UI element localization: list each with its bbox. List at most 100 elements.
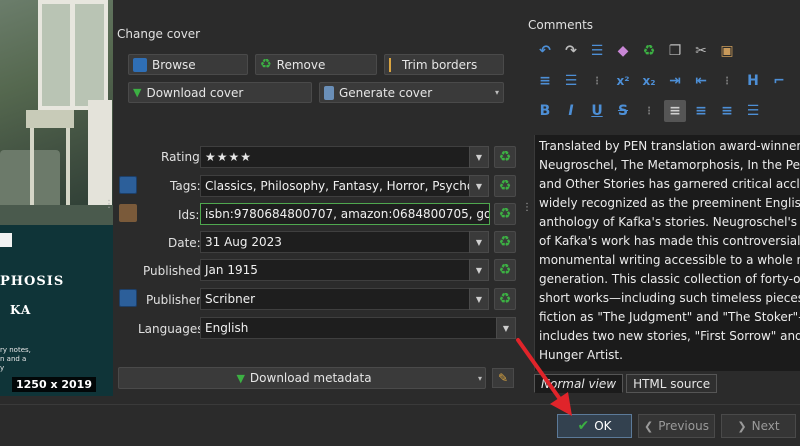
recycle-icon: ♻: [498, 149, 512, 165]
insert-link-icon[interactable]: ⌐: [768, 70, 790, 92]
align-center-icon[interactable]: ≡: [690, 100, 712, 122]
dropdown-arrow-icon: ▾: [477, 373, 482, 383]
published-field[interactable]: Jan 1915: [200, 259, 470, 281]
bold-icon[interactable]: B: [534, 100, 556, 122]
previous-button[interactable]: ❮ Previous: [638, 414, 715, 438]
clear-tags-button[interactable]: ♻: [494, 175, 516, 197]
select-all-icon[interactable]: ☰: [586, 40, 608, 62]
comment-line: of Kafka's work has made this controvers…: [539, 234, 800, 248]
publisher-dropdown[interactable]: ▼: [469, 288, 489, 310]
superscript-icon[interactable]: x²: [612, 70, 634, 92]
recycle-icon: ♻: [498, 234, 512, 250]
comment-line: anthology of Kafka's stories. Neugrosche…: [539, 215, 800, 229]
publisher-editor-icon[interactable]: [119, 289, 137, 307]
comment-line: fiction as "The Judgment" and "The Stoke…: [539, 310, 800, 324]
date-field[interactable]: 31 Aug 2023: [200, 231, 470, 253]
comment-line: short works—including such timeless piec…: [539, 291, 800, 305]
clear-publisher-button[interactable]: ♻: [494, 288, 516, 310]
align-right-icon[interactable]: ≡: [716, 100, 738, 122]
clear-rating-button[interactable]: ♻: [494, 146, 516, 168]
cover-size-badge: 1250 x 2019: [12, 377, 96, 392]
indent-icon[interactable]: ⇥: [664, 70, 686, 92]
clear-published-button[interactable]: ♻: [494, 259, 516, 281]
clear-date-button[interactable]: ♻: [494, 231, 516, 253]
ids-field[interactable]: isbn:9780684800707, amazon:0684800705, g…: [200, 203, 490, 225]
rating-field[interactable]: ★★★★: [200, 146, 470, 168]
languages-field[interactable]: English: [200, 317, 497, 339]
eraser-icon[interactable]: ◆: [612, 40, 634, 62]
copy-icon[interactable]: ❐: [664, 40, 686, 62]
date-label: Date:: [168, 236, 201, 250]
tag-editor-icon[interactable]: [119, 176, 137, 194]
comment-line: generation. This classic collection of f…: [539, 272, 800, 286]
undo-icon[interactable]: ↶: [534, 40, 556, 62]
recycle-icon: ♻: [260, 57, 272, 72]
chevron-left-icon: ❮: [644, 419, 654, 433]
cover-art-table-leg: [30, 128, 34, 213]
rating-stars: ★★★★: [205, 150, 253, 164]
cover-label-tag: [0, 233, 12, 247]
publisher-label: Publisher:: [146, 293, 205, 307]
tags-field[interactable]: Classics, Philosophy, Fantasy, Horror, P…: [200, 175, 470, 197]
splitter-handle[interactable]: ⋮: [522, 202, 532, 220]
tags-label: Tags:: [170, 179, 201, 193]
download-cover-button[interactable]: ▼ Download cover: [128, 82, 312, 103]
generate-cover-button[interactable]: Generate cover ▾: [319, 82, 504, 103]
align-justify-icon[interactable]: ☰: [742, 100, 764, 122]
ok-label: OK: [594, 419, 612, 433]
cover-image: PHOSIS KA ry notes, n and a y 1250 x 201…: [0, 0, 113, 396]
remove-cover-button[interactable]: ♻ Remove: [255, 54, 377, 75]
date-dropdown[interactable]: ▼: [469, 231, 489, 253]
bottom-divider: [0, 404, 800, 405]
cover-art-table: [26, 110, 74, 128]
configure-download-button[interactable]: ✎: [492, 368, 514, 388]
subscript-icon[interactable]: x₂: [638, 70, 660, 92]
trim-borders-button[interactable]: Trim borders: [384, 54, 504, 75]
recycle-icon: ♻: [498, 291, 512, 307]
recycle-icon: ♻: [498, 206, 512, 222]
heading-icon[interactable]: H: [742, 70, 764, 92]
browse-button[interactable]: Browse: [128, 54, 248, 75]
cover-title-text: PHOSIS: [0, 274, 65, 289]
italic-icon[interactable]: I: [560, 100, 582, 122]
paste-isbn-icon[interactable]: [119, 204, 137, 222]
align-left-icon[interactable]: ≡: [664, 100, 686, 122]
outdent-icon[interactable]: ⇤: [690, 70, 712, 92]
folder-icon: [133, 57, 147, 72]
ids-value: isbn:9780684800707, amazon:0684800705, g…: [205, 207, 490, 221]
next-label: Next: [751, 419, 780, 433]
ordered-list-icon[interactable]: ≡: [534, 70, 556, 92]
published-dropdown[interactable]: ▼: [469, 259, 489, 281]
cut-icon[interactable]: ✂: [690, 40, 712, 62]
tab-html-source[interactable]: HTML source: [626, 374, 718, 393]
wrench-icon: ✎: [497, 371, 509, 385]
paste-icon[interactable]: ▣: [716, 40, 738, 62]
tags-dropdown[interactable]: ▼: [469, 175, 489, 197]
strikethrough-icon[interactable]: S: [612, 100, 634, 122]
trim-icon: [389, 57, 397, 72]
clear-ids-button[interactable]: ♻: [494, 203, 516, 225]
cover-note-text: ry notes, n and a y: [0, 346, 31, 372]
comment-line: Neugroschel, The Metamorphosis, In the P…: [539, 158, 800, 172]
previous-label: Previous: [658, 419, 709, 433]
pointer-arrow-icon: [516, 338, 572, 416]
recycle-icon[interactable]: ♻: [638, 40, 660, 62]
rating-label: Rating:: [161, 150, 204, 164]
next-button[interactable]: ❯ Next: [721, 414, 796, 438]
change-cover-heading: Change cover: [117, 27, 201, 41]
redo-icon[interactable]: ↷: [560, 40, 582, 62]
comments-toolbar-row-2: ≡ ☰ ⋮ x² x₂ ⇥ ⇤ ⋮ H ⌐: [534, 70, 790, 92]
unordered-list-icon[interactable]: ☰: [560, 70, 582, 92]
trim-label: Trim borders: [402, 57, 478, 72]
comment-line: monumental writing accessible to a whole…: [539, 253, 800, 267]
chevron-right-icon: ❯: [737, 419, 747, 433]
recycle-icon: ♻: [498, 262, 512, 278]
cover-art-floor: [0, 205, 113, 225]
splitter-handle[interactable]: ⋮: [104, 200, 114, 220]
generate-cover-label: Generate cover: [339, 85, 433, 100]
underline-icon[interactable]: U: [586, 100, 608, 122]
rating-dropdown[interactable]: ▼: [469, 146, 489, 168]
download-metadata-button[interactable]: ▼ Download metadata ▾: [118, 367, 486, 389]
generate-cover-icon: [324, 85, 334, 100]
publisher-field[interactable]: Scribner: [200, 288, 470, 310]
